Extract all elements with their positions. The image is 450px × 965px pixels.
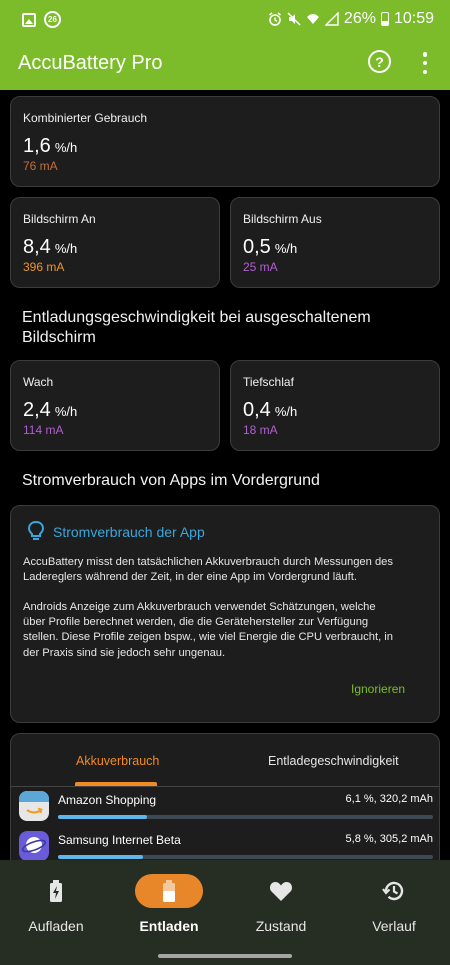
heart-icon (269, 882, 293, 901)
combined-usage-card: Kombinierter Gebrauch 1,6 %/h 76 mA (10, 96, 440, 187)
home-indicator[interactable] (158, 954, 292, 958)
discharge-content[interactable]: Kombinierter Gebrauch 1,6 %/h 76 mA Bilds… (0, 90, 450, 860)
deep-sleep-label: Tiefschlaf (243, 375, 294, 389)
samsung-internet-beta-icon (19, 831, 49, 860)
bottom-navigation: Aufladen Entladen Zustand Verlauf (0, 860, 450, 965)
clock-time: 10:59 (393, 10, 434, 27)
amazon-shopping-icon (19, 791, 49, 821)
battery-status-icon (380, 12, 389, 26)
nav-discharge[interactable]: Entladen (113, 860, 225, 965)
help-button[interactable]: ? (368, 50, 391, 73)
info-paragraph-1: AccuBattery misst den tatsächlichen Akku… (23, 556, 394, 584)
nav-charge-label: Aufladen (28, 918, 84, 934)
screen-on-value: 8,4 %/h (23, 236, 78, 258)
nav-health[interactable]: Zustand (225, 860, 337, 965)
nav-charge[interactable]: Aufladen (0, 860, 112, 965)
usage-bar-fill (58, 855, 143, 859)
deep-sleep-ma: 18 mA (243, 423, 278, 437)
battery-charging-icon (50, 880, 62, 902)
foreground-section-title: Stromverbrauch von Apps im Vordergrund (22, 472, 320, 489)
usage-bar (58, 855, 433, 859)
usage-bar-fill (58, 815, 148, 819)
nav-discharge-pill (135, 874, 203, 908)
screen-off-ma: 25 mA (243, 260, 278, 274)
nav-discharge-label: Entladen (139, 918, 199, 934)
deep-sleep-value: 0,4 %/h (243, 399, 298, 421)
app-name: Samsung Internet Beta (58, 833, 181, 847)
nav-history[interactable]: Verlauf (338, 860, 450, 965)
nav-health-label: Zustand (255, 918, 307, 934)
mute-icon (287, 12, 301, 26)
battery-icon (163, 880, 175, 902)
more-options-button[interactable] (422, 52, 428, 74)
awake-ma: 114 mA (23, 423, 64, 437)
alarm-icon (268, 12, 281, 26)
nav-charge-pill (22, 874, 90, 908)
app-usage-stat: 6,1 %, 320,2 mAh (345, 793, 433, 805)
list-item[interactable]: Samsung Internet Beta 5,8 %, 305,2 mAh (19, 829, 433, 860)
nav-history-label: Verlauf (372, 918, 416, 934)
history-icon (382, 881, 404, 901)
ignore-button[interactable]: Ignorieren (351, 682, 405, 696)
more-dot-icon (422, 69, 428, 74)
status-bar: 26 26% 10:59 (0, 0, 450, 40)
tab-battery-usage[interactable]: Akkuverbrauch (76, 754, 159, 768)
app-bar: AccuBattery Pro ? (0, 40, 450, 90)
info-card-title: Stromverbrauch der App (53, 524, 205, 540)
tabs-divider (11, 786, 439, 787)
more-dot-icon (422, 52, 428, 57)
awake-card: Wach 2,4 %/h 114 mA (10, 360, 220, 451)
nav-history-pill (360, 874, 428, 908)
app-usage-info-card: Stromverbrauch der App AccuBattery misst… (10, 505, 440, 723)
app-usage-tabs-card: Akkuverbrauch Entladegeschwindigkeit Ama… (10, 733, 440, 860)
nav-health-pill (247, 874, 315, 908)
lightbulb-icon (27, 520, 45, 540)
screen-off-label: Bildschirm Aus (243, 212, 322, 226)
list-item[interactable]: Amazon Shopping 6,1 %, 320,2 mAh (19, 789, 433, 827)
info-paragraph-2: Androids Anzeige zum Akkuverbrauch verwe… (23, 601, 393, 659)
awake-value: 2,4 %/h (23, 399, 78, 421)
combined-usage-label: Kombinierter Gebrauch (23, 111, 148, 125)
combined-usage-value: 1,6 %/h (23, 135, 78, 157)
battery-percent: 26% (343, 10, 376, 27)
combined-usage-ma: 76 mA (23, 159, 58, 173)
wifi-icon (306, 14, 319, 24)
screen-on-label: Bildschirm An (23, 212, 96, 226)
signal-icon (324, 12, 339, 26)
awake-label: Wach (23, 375, 54, 389)
app-title: AccuBattery Pro (18, 52, 163, 74)
screen-off-value: 0,5 %/h (243, 236, 298, 258)
screen-on-ma: 396 mA (23, 260, 65, 274)
more-dot-icon (422, 60, 428, 66)
usage-bar (58, 815, 433, 819)
screen-off-card: Bildschirm Aus 0,5 %/h 25 mA (230, 197, 440, 288)
discharge-section-title: Entladungsgeschwindigkeit bei ausgeschal… (22, 309, 371, 346)
deep-sleep-card: Tiefschlaf 0,4 %/h 18 mA (230, 360, 440, 451)
notification-badge: 26 (44, 11, 61, 28)
tab-discharge-speed[interactable]: Entladegeschwindigkeit (268, 754, 399, 768)
app-name: Amazon Shopping (58, 793, 157, 807)
gallery-notification-icon (22, 12, 36, 27)
app-usage-stat: 5,8 %, 305,2 mAh (345, 833, 433, 845)
screen-on-card: Bildschirm An 8,4 %/h 396 mA (10, 197, 220, 288)
